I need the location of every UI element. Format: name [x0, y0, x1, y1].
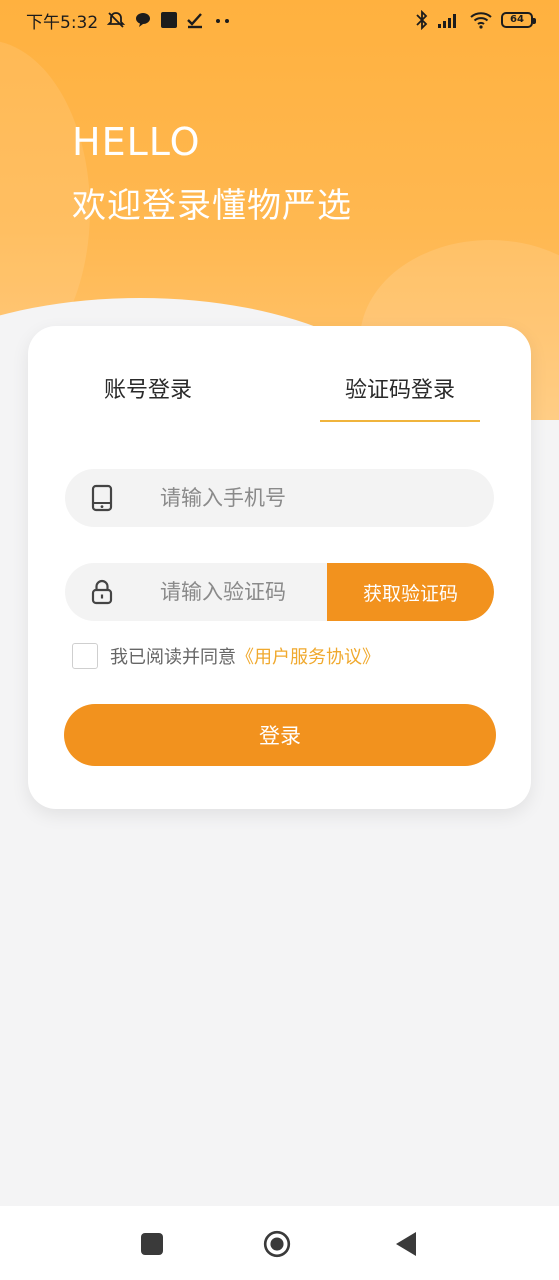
phone-icon	[65, 484, 139, 512]
status-bar: 下午5:32 64	[0, 0, 559, 40]
triangle-back-icon[interactable]	[392, 1230, 420, 1258]
greeting: HELLO 欢迎登录懂物严选	[72, 118, 352, 230]
signal-icon	[437, 11, 461, 29]
app-square-icon	[160, 11, 178, 29]
login-button[interactable]: 登录	[64, 704, 496, 766]
status-time: 下午5:32	[26, 12, 99, 33]
welcome-title: 欢迎登录懂物严选	[72, 186, 352, 226]
lock-icon	[65, 578, 139, 606]
more-dots-icon	[212, 11, 234, 29]
agreement-text: 我已阅读并同意	[110, 647, 236, 668]
phone-input[interactable]	[160, 486, 460, 510]
code-input[interactable]	[160, 580, 320, 604]
tab-account-login[interactable]: 账号登录	[102, 372, 194, 404]
agreement-link[interactable]: 《用户服务协议》	[236, 647, 380, 668]
chat-bubble-icon	[134, 11, 152, 29]
wifi-icon	[469, 11, 493, 29]
agreement-row: 我已阅读并同意《用户服务协议》	[72, 643, 380, 669]
check-list-icon	[186, 11, 204, 29]
hello-title: HELLO	[72, 120, 201, 164]
login-card: 账号登录 验证码登录 获取验证码 我已阅读并同意《用户服务协议》 登录	[28, 326, 531, 809]
active-tab-indicator	[320, 420, 480, 422]
square-icon[interactable]	[138, 1230, 166, 1258]
bluetooth-icon	[415, 10, 429, 30]
bell-muted-icon	[106, 10, 126, 30]
phone-field[interactable]	[65, 469, 494, 527]
system-nav-bar	[0, 1206, 559, 1280]
get-code-button[interactable]: 获取验证码	[327, 563, 494, 621]
tab-code-login[interactable]: 验证码登录	[320, 372, 480, 404]
battery-icon: 64	[501, 12, 536, 28]
circle-icon[interactable]	[263, 1230, 291, 1258]
agreement-checkbox[interactable]	[72, 643, 98, 669]
code-field[interactable]: 获取验证码	[65, 563, 494, 621]
